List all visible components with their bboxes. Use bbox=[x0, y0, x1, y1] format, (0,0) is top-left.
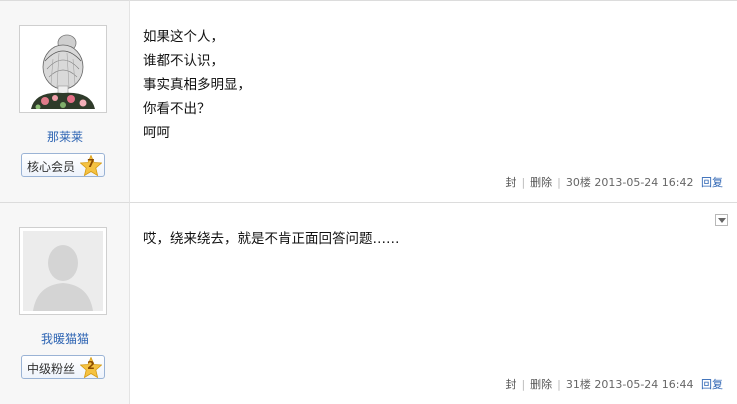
badge-label: 核心会员 bbox=[27, 160, 76, 174]
reply-link[interactable]: 回复 bbox=[701, 376, 723, 392]
block-link[interactable]: 封 bbox=[505, 376, 516, 392]
username-link[interactable]: 我暖猫猫 bbox=[0, 330, 130, 347]
post-time: 2013-05-24 16:44 bbox=[594, 378, 694, 391]
post-footer: 封 | 删除 | 31楼 2013-05-24 16:44 回复 bbox=[505, 376, 723, 392]
avatar[interactable] bbox=[19, 25, 107, 113]
avatar[interactable] bbox=[19, 227, 107, 315]
badge-level: 2 bbox=[87, 359, 95, 372]
divider: | bbox=[521, 176, 526, 189]
chevron-down-icon bbox=[718, 218, 726, 223]
content-line: 如果这个人， bbox=[143, 29, 224, 45]
floor-number: 30楼 bbox=[565, 176, 591, 189]
post: 那莱莱 核心会员 7 如果这个人， 谁都不认识， 事实真相多明显， 你看不出？ … bbox=[0, 0, 737, 202]
delete-link[interactable]: 删除 bbox=[530, 376, 552, 392]
username-link[interactable]: 那莱莱 bbox=[0, 128, 130, 145]
badge-level: 7 bbox=[87, 157, 95, 170]
user-panel: 那莱莱 核心会员 7 bbox=[0, 0, 130, 202]
user-panel: 我暖猫猫 中级粉丝 2 bbox=[0, 202, 130, 404]
girl-sketch-avatar-icon bbox=[23, 29, 103, 109]
content-line: 呵呵 bbox=[143, 125, 170, 141]
content-line: 事实真相多明显， bbox=[143, 77, 251, 93]
block-link[interactable]: 封 bbox=[505, 174, 516, 190]
post-body: 如果这个人， 谁都不认识， 事实真相多明显， 你看不出？ 呵呵 封 | 删除 | 30楼… bbox=[130, 0, 737, 202]
post: 我暖猫猫 中级粉丝 2 哎，绕来绕去，就是不肯正面回答问题…… 封 | 删除 | 31楼… bbox=[0, 202, 737, 404]
post-menu-button[interactable] bbox=[715, 214, 728, 226]
post-content: 如果这个人， 谁都不认识， 事实真相多明显， 你看不出？ 呵呵 bbox=[143, 25, 251, 145]
badge-label: 中级粉丝 bbox=[27, 362, 76, 376]
member-badge[interactable]: 中级粉丝 2 bbox=[21, 355, 105, 379]
floor-number: 31楼 bbox=[565, 378, 591, 391]
content-line: 谁都不认识， bbox=[143, 53, 224, 69]
default-silhouette-avatar-icon bbox=[23, 231, 103, 311]
post-time: 2013-05-24 16:42 bbox=[594, 176, 694, 189]
content-line: 哎，绕来绕去，就是不肯正面回答问题…… bbox=[143, 231, 400, 247]
delete-link[interactable]: 删除 bbox=[530, 174, 552, 190]
post-content: 哎，绕来绕去，就是不肯正面回答问题…… bbox=[143, 227, 400, 251]
divider: | bbox=[557, 378, 561, 391]
member-badge[interactable]: 核心会员 7 bbox=[21, 153, 105, 177]
post-body: 哎，绕来绕去，就是不肯正面回答问题…… 封 | 删除 | 31楼 2013-05-24 … bbox=[130, 202, 737, 404]
divider: | bbox=[557, 176, 561, 189]
post-footer: 封 | 删除 | 30楼 2013-05-24 16:42 回复 bbox=[505, 174, 723, 190]
divider: | bbox=[521, 378, 526, 391]
reply-link[interactable]: 回复 bbox=[701, 174, 723, 190]
content-line: 你看不出？ bbox=[143, 101, 211, 117]
